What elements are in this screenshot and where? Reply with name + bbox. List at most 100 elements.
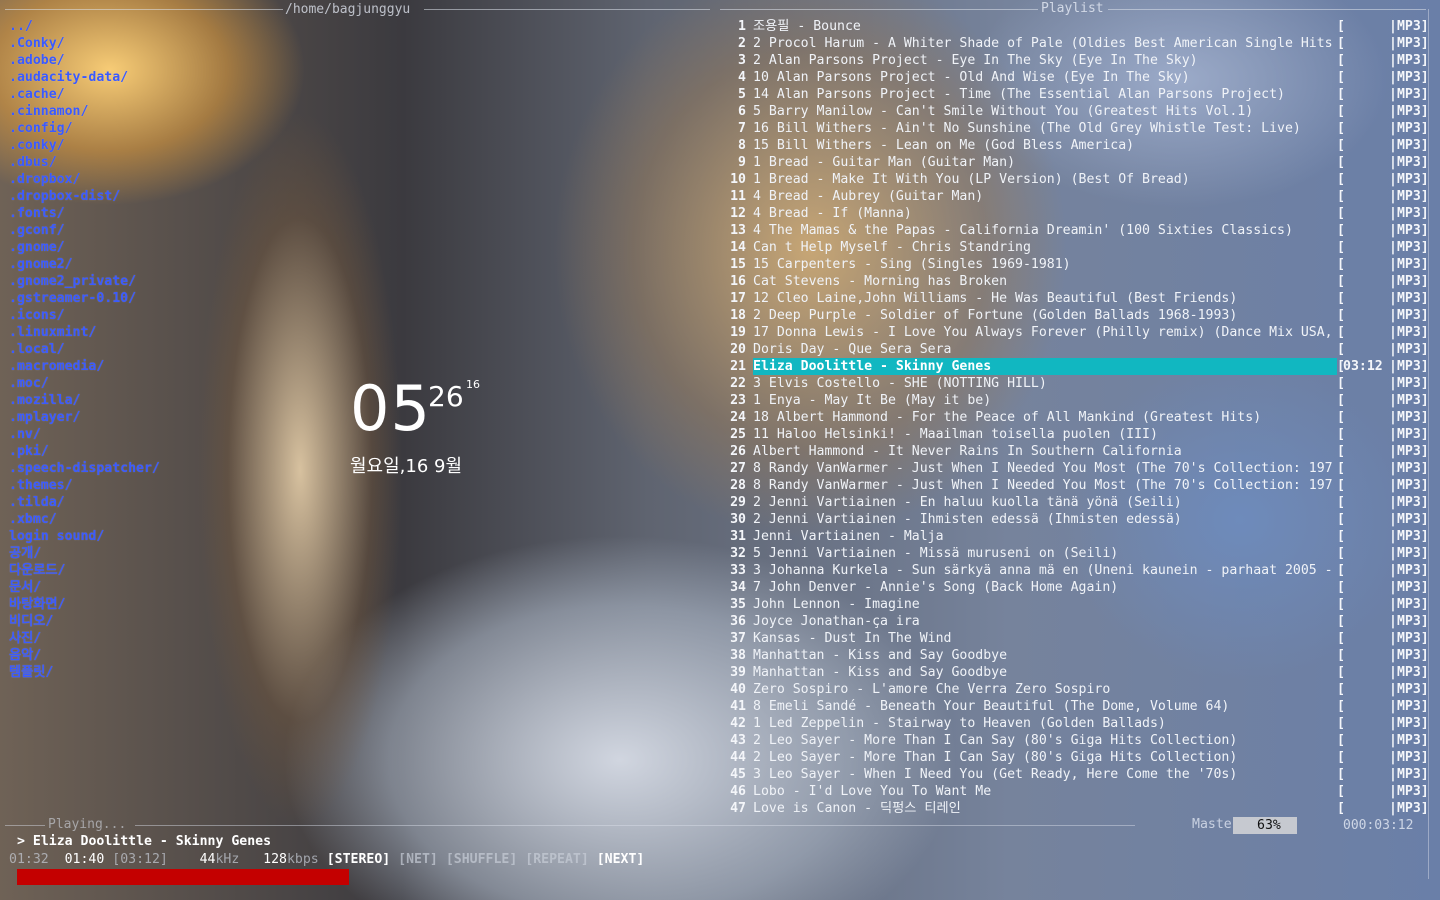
playlist-row[interactable]: 9 1 Bread - Guitar Man (Guitar Man) [|MP3] bbox=[724, 154, 1429, 171]
playlist-row[interactable]: 11 4 Bread - Aubrey (Guitar Man) [|MP3] bbox=[724, 188, 1429, 205]
playlist-row[interactable]: 22 3 Elvis Costello - SHE (NOTTING HILL) [… bbox=[724, 375, 1429, 392]
playlist-row[interactable]: 38 Manhattan - Kiss and Say Goodbye [|MP3… bbox=[724, 647, 1429, 664]
shuffle-toggle[interactable]: [SHUFFLE] bbox=[446, 852, 517, 867]
playlist-row[interactable]: 42 1 Led Zeppelin - Stairway to Heaven (G… bbox=[724, 715, 1429, 732]
file-list-item[interactable]: .gstreamer-0.10/ bbox=[0, 290, 290, 307]
file-list-item[interactable]: 다운로드/ bbox=[0, 562, 290, 579]
file-list-item[interactable]: .gconf/ bbox=[0, 222, 290, 239]
playlist-row[interactable]: 19 17 Donna Lewis - I Love You Always For… bbox=[724, 324, 1429, 341]
playlist-row[interactable]: 8 15 Bill Withers - Lean on Me (God Bless… bbox=[724, 137, 1429, 154]
playlist-row[interactable]: 46 Lobo - I'd Love You To Want Me [|MP3] bbox=[724, 783, 1429, 800]
file-list-item[interactable]: .nv/ bbox=[0, 426, 290, 443]
playlist-row[interactable]: 1 조용필 - Bounce [|MP3] bbox=[724, 18, 1429, 35]
playlist-row[interactable]: 31 Jenni Vartiainen - Malja [|MP3] bbox=[724, 528, 1429, 545]
file-list-item[interactable]: .linuxmint/ bbox=[0, 324, 290, 341]
playlist-row[interactable]: 44 2 Leo Sayer - More Than I Can Say (80'… bbox=[724, 749, 1429, 766]
file-list-item[interactable]: .audacity-data/ bbox=[0, 69, 290, 86]
next-toggle[interactable]: [NEXT] bbox=[597, 852, 645, 867]
playlist-row[interactable]: 37 Kansas - Dust In The Wind [|MP3] bbox=[724, 630, 1429, 647]
file-list-item[interactable]: .dropbox/ bbox=[0, 171, 290, 188]
file-list-item[interactable]: ../ bbox=[0, 18, 290, 35]
file-list-item[interactable]: .adobe/ bbox=[0, 52, 290, 69]
playlist-row-number: 12 bbox=[730, 206, 746, 221]
playlist-row[interactable]: 26 Albert Hammond - It Never Rains In Sou… bbox=[724, 443, 1429, 460]
playlist-row-number: 15 bbox=[730, 257, 746, 272]
file-list-item[interactable]: .cinnamon/ bbox=[0, 103, 290, 120]
file-list-item[interactable]: .gnome2/ bbox=[0, 256, 290, 273]
file-list-item[interactable]: .pki/ bbox=[0, 443, 290, 460]
playlist-row[interactable]: 29 2 Jenni Vartiainen - En haluu kuolla t… bbox=[724, 494, 1429, 511]
playlist-row[interactable]: 12 4 Bread - If (Manna) [|MP3] bbox=[724, 205, 1429, 222]
playlist[interactable]: 1 조용필 - Bounce [|MP3] 2 2 Procol Harum - A W… bbox=[724, 18, 1429, 817]
playlist-row[interactable]: 34 7 John Denver - Annie's Song (Back Hom… bbox=[724, 579, 1429, 596]
file-list-item[interactable]: .mplayer/ bbox=[0, 409, 290, 426]
playlist-row[interactable]: 7 16 Bill Withers - Ain't No Sunshine (Th… bbox=[724, 120, 1429, 137]
file-list[interactable]: ../.Conky/.adobe/.audacity-data/.cache/.… bbox=[0, 18, 290, 681]
playlist-row[interactable]: 28 8 Randy VanWarmer - Just When I Needed… bbox=[724, 477, 1429, 494]
file-list-item[interactable]: .themes/ bbox=[0, 477, 290, 494]
file-list-item[interactable]: 바탕화면/ bbox=[0, 596, 290, 613]
playlist-row[interactable]: 4 10 Alan Parsons Project - Old And Wise … bbox=[724, 69, 1429, 86]
volume-meter[interactable]: 63% bbox=[1233, 817, 1297, 834]
file-list-item[interactable]: .gnome/ bbox=[0, 239, 290, 256]
file-list-item[interactable]: .icons/ bbox=[0, 307, 290, 324]
file-list-item[interactable]: .tilda/ bbox=[0, 494, 290, 511]
playlist-row[interactable]: 30 2 Jenni Vartiainen - Ihmisten edessä (… bbox=[724, 511, 1429, 528]
playlist-row-number: 3 bbox=[738, 53, 746, 68]
playlist-row[interactable]: 5 14 Alan Parsons Project - Time (The Ess… bbox=[724, 86, 1429, 103]
playlist-row[interactable]: 17 12 Cleo Laine,John Williams - He Was B… bbox=[724, 290, 1429, 307]
file-list-item[interactable]: .speech-dispatcher/ bbox=[0, 460, 290, 477]
playlist-row-time-bracket: [ bbox=[1337, 274, 1345, 289]
playlist-row[interactable]: 36 Joyce Jonathan-ça ira [|MP3] bbox=[724, 613, 1429, 630]
playlist-row[interactable]: 25 11 Haloo Helsinki! - Maailman toisella… bbox=[724, 426, 1429, 443]
playlist-row[interactable]: 6 5 Barry Manilow - Can't Smile Without Y… bbox=[724, 103, 1429, 120]
playlist-row-current[interactable]: 21 Eliza Doolittle - Skinny Genes[03:12 |M… bbox=[724, 358, 1429, 375]
playlist-row[interactable]: 20 Doris Day - Que Sera Sera [|MP3] bbox=[724, 341, 1429, 358]
playlist-row[interactable]: 2 2 Procol Harum - A Whiter Shade of Pale… bbox=[724, 35, 1429, 52]
file-list-item[interactable]: 음악/ bbox=[0, 647, 290, 664]
file-list-item[interactable]: .xbmc/ bbox=[0, 511, 290, 528]
file-list-item[interactable]: .mozilla/ bbox=[0, 392, 290, 409]
file-list-item[interactable]: .dropbox-dist/ bbox=[0, 188, 290, 205]
file-list-item[interactable]: .macromedia/ bbox=[0, 358, 290, 375]
playlist-row[interactable]: 47 Love is Canon - 딕펑스 티레인 [|MP3] bbox=[724, 800, 1429, 817]
playlist-row[interactable]: 27 8 Randy VanWarmer - Just When I Needed… bbox=[724, 460, 1429, 477]
file-list-item[interactable]: .moc/ bbox=[0, 375, 290, 392]
file-list-item[interactable]: .conky/ bbox=[0, 137, 290, 154]
playlist-row[interactable]: 32 5 Jenni Vartiainen - Missä muruseni on… bbox=[724, 545, 1429, 562]
playlist-row[interactable]: 23 1 Enya - May It Be (May it be) [|MP3] bbox=[724, 392, 1429, 409]
playlist-row[interactable]: 41 8 Emeli Sandé - Beneath Your Beautiful… bbox=[724, 698, 1429, 715]
file-list-item[interactable]: .cache/ bbox=[0, 86, 290, 103]
file-list-item[interactable]: 비디오/ bbox=[0, 613, 290, 630]
file-list-item[interactable]: .dbus/ bbox=[0, 154, 290, 171]
playlist-row-format: |MP3] bbox=[1389, 563, 1429, 578]
playlist-row[interactable]: 43 2 Leo Sayer - More Than I Can Say (80'… bbox=[724, 732, 1429, 749]
playlist-row[interactable]: 16 Cat Stevens - Morning has Broken [|MP3] bbox=[724, 273, 1429, 290]
file-list-item[interactable]: .config/ bbox=[0, 120, 290, 137]
playlist-row-number: 18 bbox=[730, 308, 746, 323]
playlist-row[interactable]: 24 18 Albert Hammond - For the Peace of A… bbox=[724, 409, 1429, 426]
playlist-row[interactable]: 40 Zero Sospiro - L'amore Che Verra Zero… bbox=[724, 681, 1429, 698]
playlist-row[interactable]: 39 Manhattan - Kiss and Say Goodbye [|MP3… bbox=[724, 664, 1429, 681]
playlist-row[interactable]: 45 3 Leo Sayer - When I Need You (Get Rea… bbox=[724, 766, 1429, 783]
playlist-row[interactable]: 35 John Lennon - Imagine [|MP3] bbox=[724, 596, 1429, 613]
playlist-row[interactable]: 33 3 Johanna Kurkela - Sun särkyä anna mä… bbox=[724, 562, 1429, 579]
file-list-item[interactable]: .Conky/ bbox=[0, 35, 290, 52]
playlist-row[interactable]: 13 4 The Mamas & the Papas - California D… bbox=[724, 222, 1429, 239]
playlist-row[interactable]: 18 2 Deep Purple - Soldier of Fortune (Go… bbox=[724, 307, 1429, 324]
file-list-item[interactable]: 문서/ bbox=[0, 579, 290, 596]
file-list-item[interactable]: .gnome2_private/ bbox=[0, 273, 290, 290]
playlist-row-title: Doris Day - Que Sera Sera bbox=[753, 342, 952, 357]
file-list-item[interactable]: .local/ bbox=[0, 341, 290, 358]
file-list-item[interactable]: 사진/ bbox=[0, 630, 290, 647]
playlist-row[interactable]: 3 2 Alan Parsons Project - Eye In The Sky… bbox=[724, 52, 1429, 69]
repeat-toggle[interactable]: [REPEAT] bbox=[525, 852, 589, 867]
file-list-item[interactable]: 템플릿/ bbox=[0, 664, 290, 681]
progress-bar[interactable] bbox=[17, 869, 681, 885]
playlist-row[interactable]: 10 1 Bread - Make It With You (LP Version… bbox=[724, 171, 1429, 188]
playlist-row[interactable]: 15 15 Carpenters - Sing (Singles 1969-198… bbox=[724, 256, 1429, 273]
file-list-item[interactable]: login sound/ bbox=[0, 528, 290, 545]
file-list-item[interactable]: 공개/ bbox=[0, 545, 290, 562]
file-list-item[interactable]: .fonts/ bbox=[0, 205, 290, 222]
playlist-row[interactable]: 14 Can t Help Myself - Chris Standring [|M… bbox=[724, 239, 1429, 256]
